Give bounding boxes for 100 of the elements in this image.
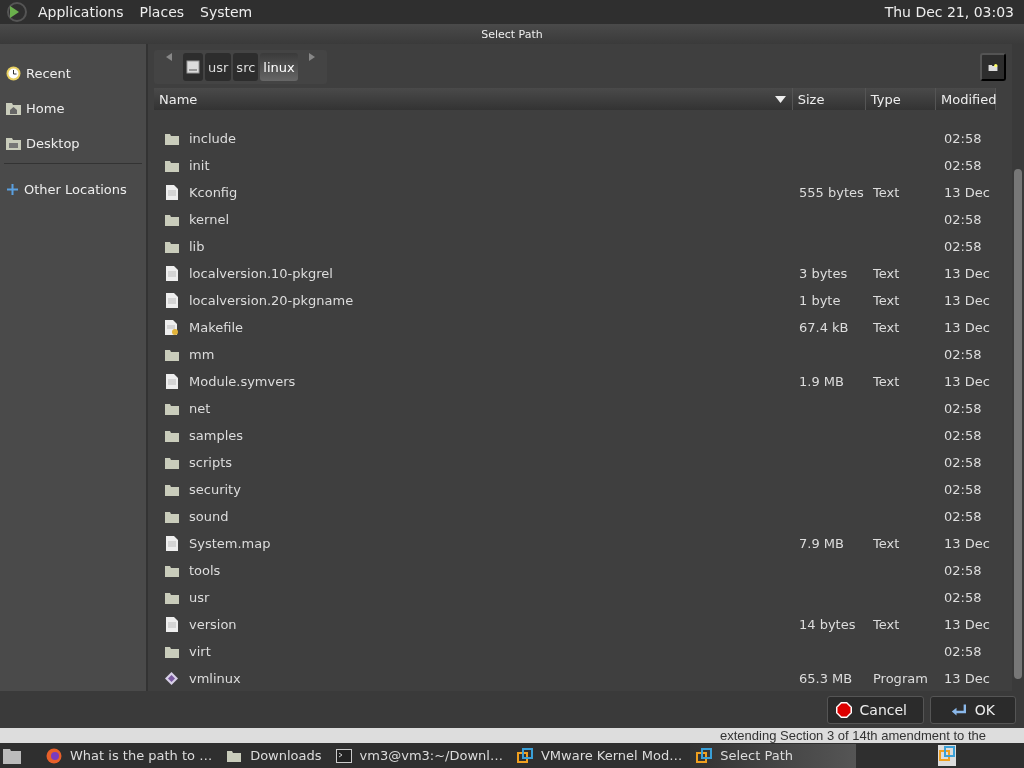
clock-icon [6, 66, 21, 81]
file-name[interactable]: localversion.20-pkgname [189, 293, 799, 308]
file-name[interactable]: init [189, 158, 799, 173]
table-cell-text: 02:58 [944, 158, 983, 173]
play-logo-icon[interactable] [6, 2, 28, 22]
document-icon [164, 320, 179, 335]
table-cell-text: 1 byte [799, 293, 842, 308]
file-name[interactable]: sound [189, 509, 799, 524]
column-header[interactable]: Modified [936, 88, 996, 110]
table-cell-text: Text [873, 320, 901, 335]
document-icon [165, 374, 178, 389]
table-cell-text: Text [873, 266, 901, 281]
table-cell-text: Text [873, 617, 901, 632]
new-folder-button[interactable] [980, 53, 1006, 81]
table-cell-text: 13 Dec [944, 320, 991, 335]
file-name[interactable]: version [189, 617, 799, 632]
file-name[interactable]: Makefile [189, 320, 799, 335]
table-cell-text: Text [873, 293, 901, 308]
document-icon [165, 536, 178, 551]
table-cell-text: 13 Dec [944, 266, 991, 281]
path-button[interactable]: linux [260, 53, 298, 81]
table-cell-text: 13 Dec [944, 293, 991, 308]
file-name[interactable]: tools [189, 563, 799, 578]
path-button[interactable] [183, 53, 203, 81]
column-header[interactable]: Type [865, 88, 936, 110]
table-cell-text: 02:58 [944, 590, 983, 605]
folder-icon [226, 748, 243, 763]
column-header[interactable]: Size [792, 88, 866, 110]
table-cell-text: 3 bytes [799, 266, 849, 281]
table-cell-text: 13 Dec [944, 185, 991, 200]
file-name[interactable]: Module.symvers [189, 374, 799, 389]
file-name[interactable]: samples [189, 428, 799, 443]
file-name[interactable]: lib [189, 239, 799, 254]
file-name[interactable]: net [189, 401, 799, 416]
file-name[interactable]: kernel [189, 212, 799, 227]
folder-icon [163, 590, 180, 605]
file-name[interactable]: System.map [189, 536, 799, 551]
folder-icon [163, 131, 180, 146]
folder-icon [163, 428, 180, 443]
table-cell-text: 14 bytes [799, 617, 857, 632]
background-text: extending Section 3 of 14th amendment to the [720, 728, 986, 743]
folder-icon [163, 509, 180, 524]
sort-caret-icon [774, 95, 786, 103]
table-cell-text: 13 Dec [944, 671, 991, 686]
file-name[interactable]: security [189, 482, 799, 497]
table-cell-text: 555 bytes [799, 185, 865, 200]
terminal-icon [335, 748, 352, 763]
task-button[interactable]: Downloads [220, 743, 328, 768]
task-button[interactable]: vm3@vm3:~/Downl… [329, 743, 509, 768]
fox-globe-icon [46, 747, 62, 764]
table-cell-text: 02:58 [944, 563, 983, 578]
file-name[interactable]: Kconfig [189, 185, 799, 200]
clock: Thu Dec 21, 03:03 [884, 4, 1015, 20]
table-cell-text: 7.9 MB [799, 536, 845, 551]
table-cell-text: 02:58 [944, 131, 983, 146]
folder-icon [163, 347, 180, 362]
column-label: Name [159, 90, 198, 109]
task-button[interactable]: Select Path [690, 743, 857, 768]
sidebar-item[interactable]: Desktop [0, 126, 146, 161]
table-cell-text: 13 Dec [944, 617, 991, 632]
document-icon [165, 293, 178, 308]
sidebar-item[interactable]: Home [0, 91, 146, 126]
menu-item[interactable]: Places [133, 4, 191, 20]
vm-squares-icon [516, 747, 533, 764]
table-cell-text: 65.3 MB [799, 671, 854, 686]
path-button[interactable]: src [233, 53, 259, 81]
diamond-icon [165, 672, 178, 685]
menu-item[interactable]: Applications [32, 4, 130, 20]
plus-icon [6, 183, 19, 196]
folder-icon [163, 158, 180, 173]
task-button[interactable]: What is the path to … [40, 743, 219, 768]
table-cell-text: 1.9 MB [799, 374, 845, 389]
file-name[interactable]: include [189, 131, 799, 146]
table-cell-text: 02:58 [944, 482, 983, 497]
file-name[interactable]: mm [189, 347, 799, 362]
home-folder-icon [6, 102, 21, 115]
folder-icon [163, 401, 180, 416]
sidebar-item[interactable]: Other Locations [0, 172, 146, 207]
file-name[interactable]: virt [189, 644, 799, 659]
table-cell-text: 13 Dec [944, 374, 991, 389]
vm-squares-icon [696, 747, 713, 764]
enter-arrow-icon [951, 702, 967, 718]
table-cell-text: Text [873, 536, 901, 551]
file-name[interactable]: vmlinux [189, 671, 799, 686]
ok-button[interactable]: OK [930, 696, 1016, 724]
document-icon [165, 266, 178, 281]
folder-icon [163, 482, 180, 497]
sidebar-item[interactable]: Recent [0, 56, 146, 91]
table-cell-text: Program [873, 671, 929, 686]
table-cell-text: 02:58 [944, 347, 983, 362]
file-name[interactable]: localversion.10-pkgrel [189, 266, 799, 281]
folder-icon [163, 239, 180, 254]
file-name[interactable]: usr [189, 590, 799, 605]
cancel-button[interactable]: Cancel [826, 696, 924, 724]
table-cell-text: Text [873, 185, 901, 200]
task-button[interactable]: VMware Kernel Mod… [510, 743, 689, 768]
folder-icon [163, 644, 180, 659]
file-name[interactable]: scripts [189, 455, 799, 470]
menu-item[interactable]: System [194, 4, 259, 20]
path-button[interactable]: usr [205, 53, 232, 81]
